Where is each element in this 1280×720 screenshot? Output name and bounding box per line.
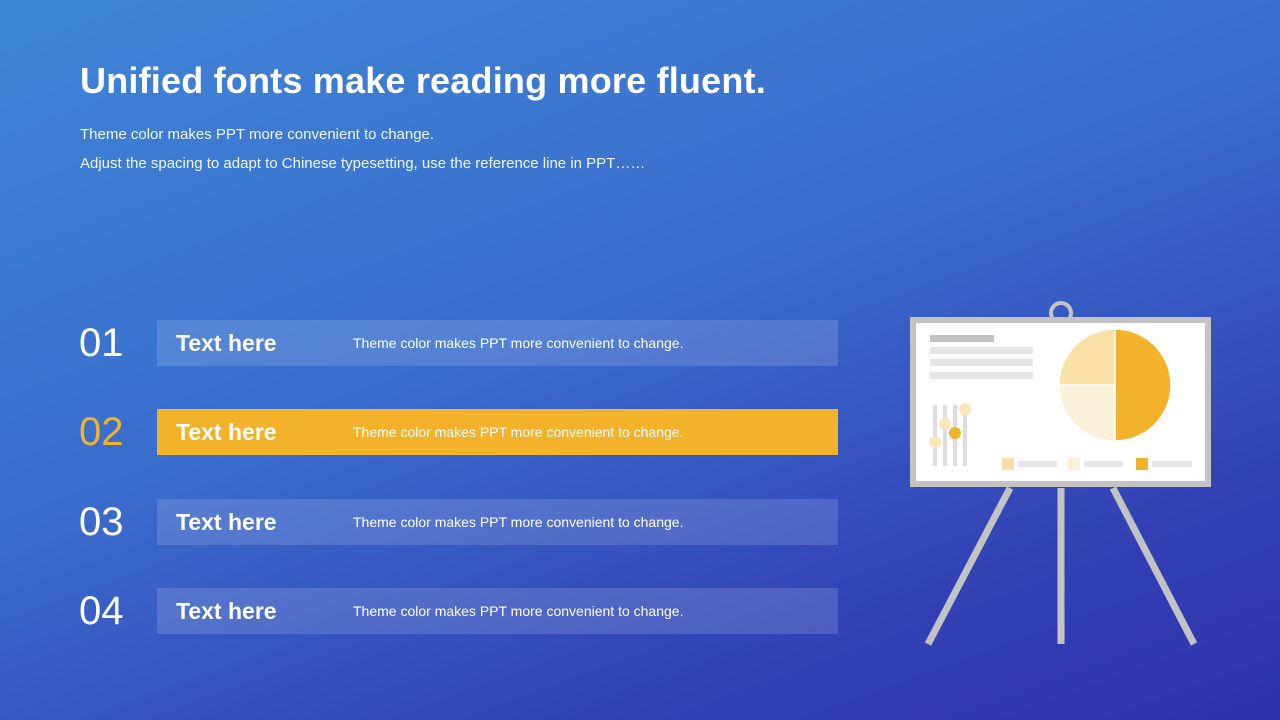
board-legend-swatch	[1002, 458, 1014, 470]
board-text-line	[930, 372, 1033, 379]
item-number: 01	[79, 321, 124, 365]
slide-title: Unified fonts make reading more fluent.	[80, 60, 766, 101]
item-bar: Text here Theme color makes PPT more con…	[157, 320, 838, 366]
item-title: Text here	[176, 598, 277, 624]
board-legend-line	[1152, 461, 1192, 467]
item-bar: Text here Theme color makes PPT more con…	[157, 588, 838, 634]
item-description: Theme color makes PPT more convenient to…	[353, 335, 684, 351]
item-title: Text here	[176, 330, 277, 356]
easel-leg-right	[1109, 486, 1198, 646]
item-bar-highlighted: Text here Theme color makes PPT more con…	[157, 409, 838, 455]
board-text-line	[930, 347, 1033, 354]
list-item-02: 02 Text here Theme color makes PPT more …	[0, 408, 850, 456]
board-text-line	[930, 335, 994, 342]
board-slider-track	[943, 405, 947, 466]
item-description: Theme color makes PPT more convenient to…	[353, 603, 684, 619]
board-legend-swatch	[1068, 458, 1080, 470]
item-description: Theme color makes PPT more convenient to…	[353, 424, 684, 440]
board-legend-swatch	[1136, 458, 1148, 470]
list-item-01: 01 Text here Theme color makes PPT more …	[0, 319, 850, 367]
board-legend-line	[1018, 461, 1057, 467]
presentation-easel-icon	[910, 301, 1211, 646]
subtitle-line-1: Theme color makes PPT more convenient to…	[80, 126, 435, 143]
board-slider-track	[933, 405, 937, 466]
list-item-03: 03 Text here Theme color makes PPT more …	[0, 498, 850, 546]
item-title: Text here	[176, 419, 277, 445]
item-number: 04	[79, 589, 124, 633]
item-title: Text here	[176, 509, 277, 535]
board-slider-knob	[959, 403, 971, 415]
board-slider-knob	[929, 436, 941, 448]
list-item-04: 04 Text here Theme color makes PPT more …	[0, 587, 850, 635]
item-bar: Text here Theme color makes PPT more con…	[157, 499, 838, 545]
easel-leg-left	[924, 486, 1014, 646]
board-slider-knob	[939, 418, 951, 430]
board-legend-line	[1084, 461, 1123, 467]
item-number: 03	[79, 500, 124, 544]
item-number: 02	[79, 410, 124, 454]
subtitle-line-2: Adjust the spacing to adapt to Chinese t…	[80, 155, 646, 172]
item-description: Theme color makes PPT more convenient to…	[353, 514, 684, 530]
board-pie-chart	[1058, 328, 1172, 442]
board-text-line	[930, 359, 1033, 366]
board-slider-knob	[949, 427, 961, 439]
